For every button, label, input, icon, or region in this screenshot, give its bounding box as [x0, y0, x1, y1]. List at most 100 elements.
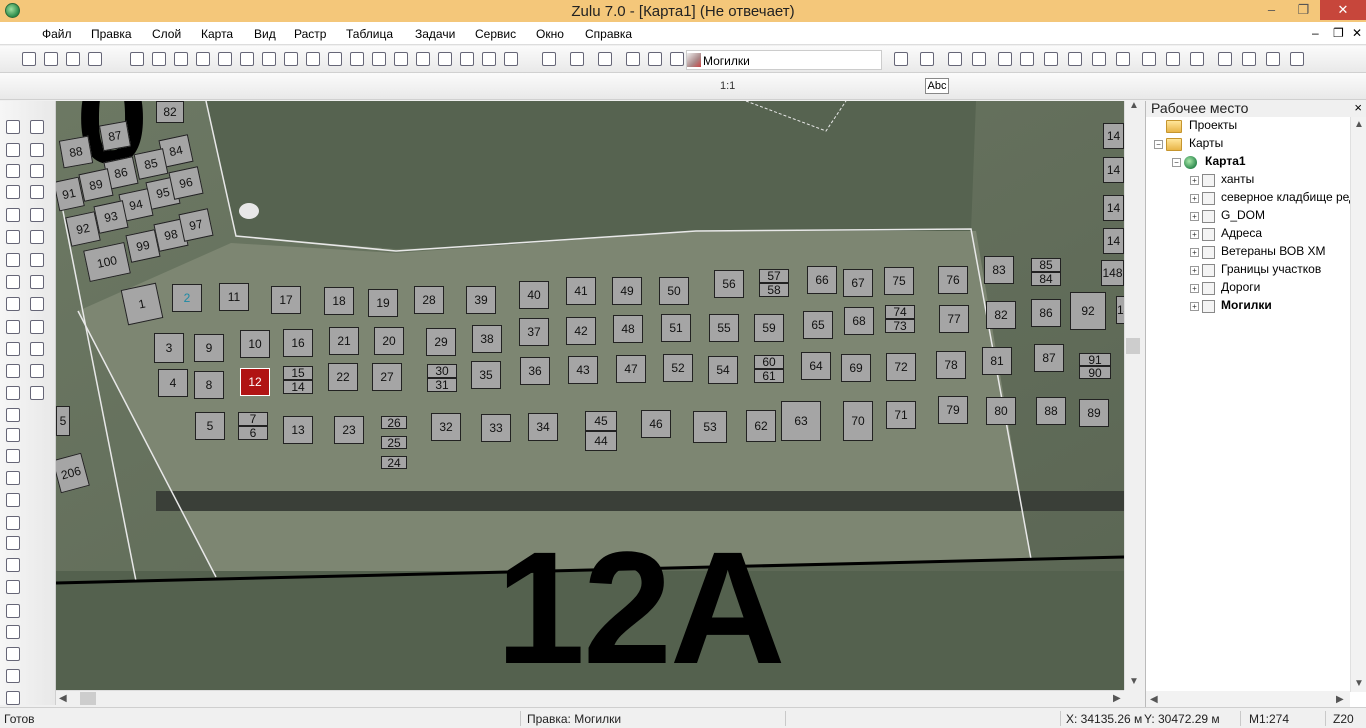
grave-plot[interactable]: 24 — [381, 456, 407, 469]
grave-plot[interactable]: 15 — [283, 366, 313, 380]
tool-button[interactable] — [28, 228, 46, 246]
grave-plot[interactable]: 14 — [1103, 157, 1124, 183]
tool-button[interactable] — [4, 534, 22, 552]
grave-plot[interactable]: 61 — [754, 369, 784, 383]
grave-plot[interactable]: 14 — [1103, 123, 1124, 149]
tool-button[interactable] — [4, 273, 22, 291]
grave-plot[interactable]: 31 — [427, 378, 457, 392]
tool-button[interactable] — [28, 118, 46, 136]
grave-plot[interactable]: 75 — [884, 267, 914, 295]
tool-button[interactable] — [4, 578, 22, 596]
grave-plot[interactable]: 56 — [714, 270, 744, 298]
grave-plot[interactable]: 55 — [709, 314, 739, 342]
toolbar-button[interactable] — [502, 50, 520, 68]
grave-plot[interactable]: 58 — [759, 283, 789, 297]
toolbar-button[interactable] — [194, 50, 212, 68]
tool-button[interactable] — [4, 645, 22, 663]
doc-restore-button[interactable]: ❐ — [1333, 26, 1344, 40]
toolbar-button[interactable] — [1090, 50, 1108, 68]
tool-button[interactable] — [28, 362, 46, 380]
grave-plot[interactable]: 57 — [759, 269, 789, 283]
menu-view[interactable]: Вид — [254, 27, 276, 41]
menu-tasks[interactable]: Задачи — [415, 27, 455, 41]
grave-plot[interactable]: 14 — [1103, 228, 1124, 254]
label-text-button[interactable]: Abc — [925, 78, 949, 94]
grave-plot[interactable]: 25 — [381, 436, 407, 449]
expand-icon[interactable]: + — [1190, 230, 1199, 239]
grave-plot[interactable]: 85 — [1031, 258, 1061, 272]
tool-button[interactable] — [4, 384, 22, 402]
grave-plot[interactable]: 12 — [240, 368, 270, 396]
toolbar-button[interactable] — [1066, 50, 1084, 68]
grave-plot[interactable]: 30 — [427, 364, 457, 378]
doc-close-button[interactable]: ✕ — [1352, 26, 1362, 40]
toolbar-button[interactable] — [946, 50, 964, 68]
layer-select[interactable]: Могилки — [686, 50, 882, 70]
grave-plot[interactable]: 2 — [172, 284, 202, 312]
grave-plot[interactable]: 37 — [519, 318, 549, 346]
toolbar-button[interactable] — [1018, 50, 1036, 68]
toolbar-button[interactable] — [238, 50, 256, 68]
tool-button[interactable] — [4, 228, 22, 246]
expand-icon[interactable]: + — [1190, 266, 1199, 275]
grave-plot[interactable]: 14 — [1116, 296, 1124, 324]
grave-plot[interactable]: 32 — [431, 413, 461, 441]
toolbar-button[interactable] — [370, 50, 388, 68]
grave-plot[interactable]: 8 — [194, 371, 224, 399]
grave-plot[interactable]: 11 — [219, 283, 249, 311]
grave-plot[interactable]: 92 — [65, 211, 101, 247]
tool-button[interactable] — [28, 384, 46, 402]
toolbar-button[interactable] — [86, 50, 104, 68]
tool-button[interactable] — [28, 183, 46, 201]
tool-button[interactable] — [28, 141, 46, 159]
grave-plot[interactable]: 46 — [641, 410, 671, 438]
grave-plot[interactable]: 14 — [283, 380, 313, 394]
toolbar-button[interactable] — [1240, 50, 1258, 68]
tool-button[interactable] — [4, 447, 22, 465]
grave-plot[interactable]: 16 — [283, 329, 313, 357]
grave-plot[interactable]: 91 — [1079, 353, 1111, 366]
grave-plot[interactable]: 18 — [324, 287, 354, 315]
toolbar-button[interactable] — [216, 50, 234, 68]
grave-plot[interactable]: 63 — [781, 401, 821, 441]
grave-plot[interactable]: 38 — [472, 325, 502, 353]
toolbar-button[interactable] — [326, 50, 344, 68]
grave-plot[interactable]: 86 — [1031, 299, 1061, 327]
tool-button[interactable] — [4, 362, 22, 380]
expand-icon[interactable]: + — [1190, 284, 1199, 293]
map-vertical-scrollbar[interactable] — [1124, 101, 1142, 690]
grave-plot[interactable]: 21 — [329, 327, 359, 355]
grave-plot[interactable]: 4 — [158, 369, 188, 397]
grave-plot[interactable]: 71 — [886, 401, 916, 429]
expand-icon[interactable]: + — [1190, 194, 1199, 203]
scroll-right-icon[interactable]: ▶ — [1336, 694, 1344, 705]
tree-item-layer[interactable]: + Могилки — [1190, 298, 1350, 316]
grave-plot[interactable]: 41 — [566, 277, 596, 305]
tool-button[interactable] — [28, 251, 46, 269]
toolbar-button[interactable] — [436, 50, 454, 68]
tree-item-layer[interactable]: + ханты — [1190, 172, 1350, 190]
grave-plot[interactable]: 70 — [843, 401, 873, 441]
tree-item-layer[interactable]: + Адреса — [1190, 226, 1350, 244]
toolbar-button[interactable] — [64, 50, 82, 68]
panel-horizontal-scrollbar[interactable] — [1146, 691, 1350, 707]
horizontal-scroll-thumb[interactable] — [80, 692, 96, 705]
grave-plot[interactable]: 79 — [938, 396, 968, 424]
tool-button[interactable] — [4, 141, 22, 159]
tool-button[interactable] — [4, 469, 22, 487]
grave-plot[interactable]: 1 — [120, 282, 164, 326]
tool-button[interactable] — [4, 318, 22, 336]
grave-plot[interactable]: 65 — [803, 311, 833, 339]
menu-raster[interactable]: Растр — [294, 27, 326, 41]
tree-item-layer[interactable]: + G_DOM — [1190, 208, 1350, 226]
tool-button[interactable] — [28, 162, 46, 180]
grave-plot[interactable]: 62 — [746, 410, 776, 442]
toolbar-button[interactable] — [150, 50, 168, 68]
tool-button[interactable] — [4, 689, 22, 707]
scale-one-to-one-button[interactable]: 1:1 — [720, 80, 735, 92]
toolbar-button[interactable] — [892, 50, 910, 68]
scroll-left-icon[interactable]: ◀ — [1150, 694, 1158, 705]
tool-button[interactable] — [4, 514, 22, 532]
grave-plot[interactable]: 22 — [328, 363, 358, 391]
toolbar-button[interactable] — [668, 50, 686, 68]
